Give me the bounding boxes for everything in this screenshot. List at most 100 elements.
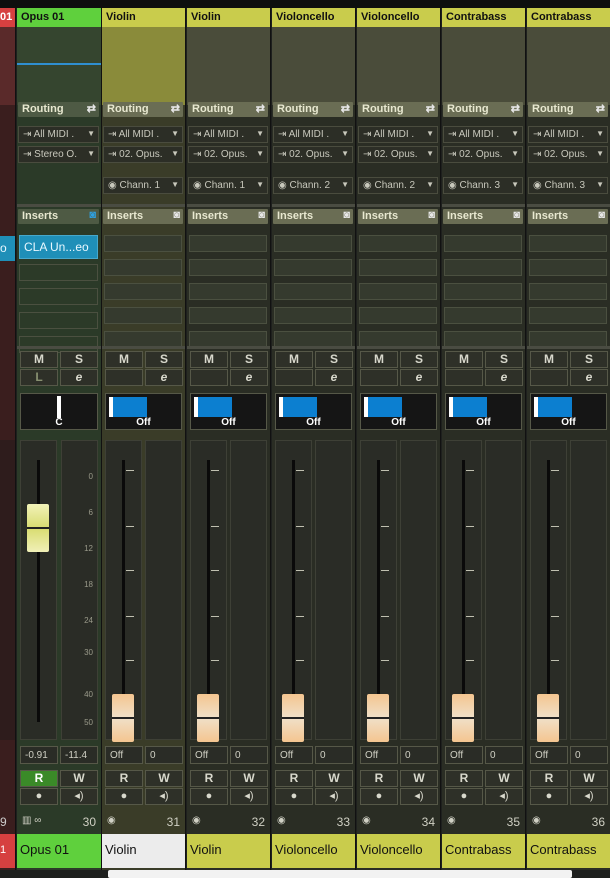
inserts-header[interactable]: Inserts ◙ [18, 209, 99, 224]
listen-button[interactable] [275, 369, 313, 386]
inserts-header[interactable]: Inserts ◙ [358, 209, 438, 224]
pan-numeric-value[interactable]: 0 [230, 746, 268, 764]
pan-control[interactable]: Off [105, 393, 182, 430]
read-automation-button[interactable]: R [275, 770, 313, 787]
read-automation-button[interactable]: R [530, 770, 568, 787]
speaker-button[interactable]: ◂) [145, 788, 183, 805]
routing-input-select[interactable]: ⇥ All MIDI . ▼ [443, 126, 523, 143]
solo-button[interactable]: S [485, 351, 523, 368]
monitor-button[interactable]: ● [445, 788, 483, 805]
pan-control[interactable]: Off [190, 393, 267, 430]
inserts-header[interactable]: Inserts ◙ [273, 209, 353, 224]
insert-slot-3[interactable] [104, 283, 182, 300]
routing-input-select[interactable]: ⇥ All MIDI . ▼ [358, 126, 438, 143]
channel-name[interactable]: Violoncello [272, 834, 355, 868]
routing-output-select[interactable]: ⇥ Stereo O. ▼ [18, 146, 99, 163]
write-automation-button[interactable]: W [145, 770, 183, 787]
insert-slot-2[interactable] [274, 259, 352, 276]
routing-header[interactable]: Routing ⇄ [188, 102, 268, 117]
edge-strip-insert[interactable]: o [0, 236, 15, 261]
edit-channel-button[interactable]: e [400, 369, 438, 386]
pan-control[interactable]: C [20, 393, 98, 430]
monitor-button[interactable]: ● [530, 788, 568, 805]
channel-name[interactable]: Contrabass [527, 834, 610, 868]
pan-numeric-value[interactable]: 0 [400, 746, 438, 764]
midi-channel-select[interactable]: ◉ Chann. 3 ▼ [528, 177, 608, 194]
write-automation-button[interactable]: W [485, 770, 523, 787]
listen-button[interactable]: L [20, 369, 58, 386]
midi-channel-select[interactable]: ◉ Chann. 1 ▼ [188, 177, 268, 194]
insert-slot-3[interactable] [444, 283, 522, 300]
routing-header[interactable]: Routing ⇄ [103, 102, 183, 117]
read-automation-button[interactable]: R [105, 770, 143, 787]
insert-slot-1[interactable] [274, 235, 352, 252]
monitor-button[interactable]: ● [105, 788, 143, 805]
inserts-bypass-icon[interactable]: ◙ [173, 209, 180, 221]
pan-numeric-value[interactable]: 0 [485, 746, 523, 764]
volume-fader-handle[interactable] [452, 694, 474, 742]
monitor-button[interactable]: ● [360, 788, 398, 805]
monitor-button[interactable]: ● [275, 788, 313, 805]
insert-slot-3[interactable] [359, 283, 437, 300]
listen-button[interactable] [190, 369, 228, 386]
edit-channel-button[interactable]: e [230, 369, 268, 386]
routing-header[interactable]: Routing ⇄ [273, 102, 353, 117]
insert-slot-4[interactable] [274, 307, 352, 324]
routing-input-select[interactable]: ⇥ All MIDI . ▼ [188, 126, 268, 143]
pan-control[interactable]: Off [445, 393, 522, 430]
mute-button[interactable]: M [360, 351, 398, 368]
speaker-button[interactable]: ◂) [570, 788, 608, 805]
edit-channel-button[interactable]: e [570, 369, 608, 386]
inserts-bypass-icon[interactable]: ◙ [258, 209, 265, 221]
read-automation-button[interactable]: R [445, 770, 483, 787]
solo-button[interactable]: S [230, 351, 268, 368]
pan-control[interactable]: Off [360, 393, 437, 430]
routing-output-select[interactable]: ⇥ 02. Opus. ▼ [103, 146, 183, 163]
volume-fader-handle[interactable] [367, 694, 389, 742]
inserts-bypass-icon[interactable]: ◙ [89, 209, 96, 221]
midi-channel-select[interactable]: ◉ Chann. 2 ▼ [358, 177, 438, 194]
pan-numeric-value[interactable]: 0 [145, 746, 183, 764]
solo-button[interactable]: S [60, 351, 98, 368]
inserts-bypass-icon[interactable]: ◙ [513, 209, 520, 221]
volume-value[interactable]: -0.91 [20, 746, 58, 764]
insert-slot-2[interactable] [444, 259, 522, 276]
insert-slot-1[interactable] [104, 235, 182, 252]
speaker-button[interactable]: ◂) [485, 788, 523, 805]
solo-button[interactable]: S [570, 351, 608, 368]
midi-channel-select[interactable]: ◉ Chann. 1 ▼ [103, 177, 183, 194]
mute-button[interactable]: M [275, 351, 313, 368]
read-automation-button[interactable]: R [20, 770, 58, 787]
insert-slot-4[interactable] [359, 307, 437, 324]
volume-value[interactable]: Off [445, 746, 483, 764]
insert-slot-2[interactable] [529, 259, 607, 276]
routing-input-select[interactable]: ⇥ All MIDI . ▼ [103, 126, 183, 143]
insert-slot-2[interactable] [189, 259, 267, 276]
strip-header[interactable]: Contrabass [527, 8, 610, 27]
strip-header[interactable]: Opus 01 [17, 8, 101, 27]
edit-channel-button[interactable]: e [485, 369, 523, 386]
insert-slot-1[interactable] [444, 235, 522, 252]
volume-value[interactable]: Off [105, 746, 143, 764]
pan-numeric-value[interactable]: 0 [315, 746, 353, 764]
volume-fader-handle[interactable] [27, 504, 49, 552]
pan-control[interactable]: Off [530, 393, 607, 430]
inserts-bypass-icon[interactable]: ◙ [428, 209, 435, 221]
routing-output-select[interactable]: ⇥ 02. Opus. ▼ [273, 146, 353, 163]
midi-channel-select[interactable]: ◉ Chann. 2 ▼ [273, 177, 353, 194]
strip-header[interactable]: Contrabass [442, 8, 525, 27]
listen-button[interactable] [360, 369, 398, 386]
listen-button[interactable] [105, 369, 143, 386]
edit-channel-button[interactable]: e [315, 369, 353, 386]
strip-header[interactable]: Violoncello [272, 8, 355, 27]
inserts-header[interactable]: Inserts ◙ [528, 209, 608, 224]
inserts-bypass-icon[interactable]: ◙ [343, 209, 350, 221]
write-automation-button[interactable]: W [315, 770, 353, 787]
insert-slot-1[interactable] [359, 235, 437, 252]
routing-header[interactable]: Routing ⇄ [18, 102, 99, 117]
horizontal-scrollbar[interactable] [108, 870, 572, 878]
insert-slot-3[interactable] [274, 283, 352, 300]
monitor-button[interactable]: ● [20, 788, 58, 805]
midi-channel-select[interactable]: ◉ Chann. 3 ▼ [443, 177, 523, 194]
routing-output-select[interactable]: ⇥ 02. Opus. ▼ [443, 146, 523, 163]
